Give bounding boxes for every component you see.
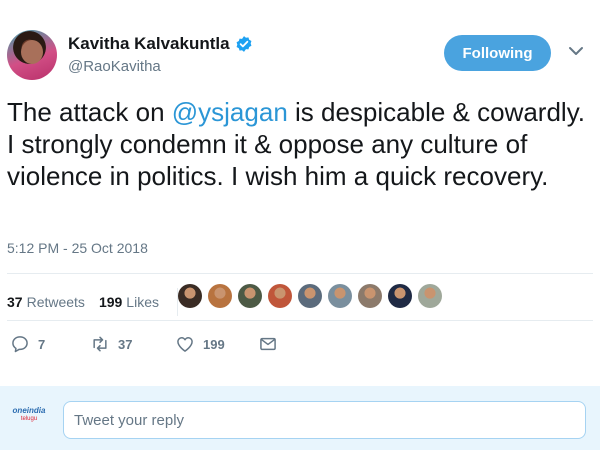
liker-avatar-8[interactable]	[388, 284, 412, 308]
reply-count: 7	[38, 336, 46, 352]
envelope-icon	[260, 337, 276, 351]
liker-avatar-1[interactable]	[178, 284, 202, 308]
liker-avatar-4[interactable]	[268, 284, 292, 308]
logo-subtext: telugu	[20, 416, 38, 422]
author-name-row: Kavitha Kalvakuntla	[68, 34, 253, 54]
retweets-stat[interactable]: 37 Retweets	[7, 294, 85, 310]
author-handle[interactable]: @RaoKavitha	[68, 58, 253, 75]
retweets-count: 37	[7, 294, 23, 310]
likes-label: Likes	[126, 294, 159, 310]
following-button[interactable]: Following	[444, 35, 551, 71]
retweet-icon	[93, 336, 107, 352]
author-info: Kavitha Kalvakuntla @RaoKavitha	[68, 34, 253, 75]
likes-count: 199	[98, 294, 123, 310]
tweet-timestamp[interactable]: 5:12 PM - 25 Oct 2018	[7, 240, 148, 256]
likes-stat[interactable]: 199 Likes	[99, 294, 159, 310]
author-avatar[interactable]	[7, 30, 57, 80]
verified-badge-icon	[236, 36, 251, 52]
tweet-stats: 37 Retweets 199 Likes	[7, 288, 186, 316]
reply-composer-area: oneindia telugu Tweet your reply	[0, 386, 600, 450]
liker-avatar-5[interactable]	[298, 284, 322, 308]
reply-placeholder: Tweet your reply	[74, 411, 185, 429]
divider-middle	[7, 320, 593, 321]
divider-top	[7, 273, 593, 274]
reply-icon	[12, 336, 28, 353]
tweet-text-start: The attack on	[7, 97, 172, 127]
likers-avatar-list	[178, 284, 442, 308]
logo-text: oneindia	[12, 406, 46, 415]
mention-link[interactable]: @ysjagan	[172, 97, 288, 127]
reply-input[interactable]: Tweet your reply	[63, 401, 586, 439]
author-display-name[interactable]: Kavitha Kalvakuntla	[68, 34, 230, 54]
liker-avatar-2[interactable]	[208, 284, 232, 308]
liker-avatar-6[interactable]	[328, 284, 352, 308]
tweet-text: The attack on @ysjagan is despicable & c…	[7, 96, 595, 192]
direct-message-action[interactable]	[258, 334, 278, 354]
liker-avatar-3[interactable]	[238, 284, 262, 308]
like-count: 199	[203, 336, 225, 352]
oneindia-logo: oneindia telugu	[12, 406, 46, 430]
chevron-down-icon[interactable]	[568, 44, 584, 58]
liker-avatar-7[interactable]	[358, 284, 382, 308]
heart-icon	[177, 337, 193, 352]
tweet-actions: 7 37 199	[10, 334, 310, 358]
reply-action[interactable]: 7	[10, 334, 45, 354]
like-action[interactable]: 199	[175, 334, 225, 354]
retweet-action[interactable]: 37	[90, 334, 132, 354]
retweet-count: 37	[118, 336, 133, 352]
retweets-label: Retweets	[26, 294, 85, 310]
tweet-header: Kavitha Kalvakuntla @RaoKavitha Followin…	[0, 0, 600, 90]
liker-avatar-9[interactable]	[418, 284, 442, 308]
